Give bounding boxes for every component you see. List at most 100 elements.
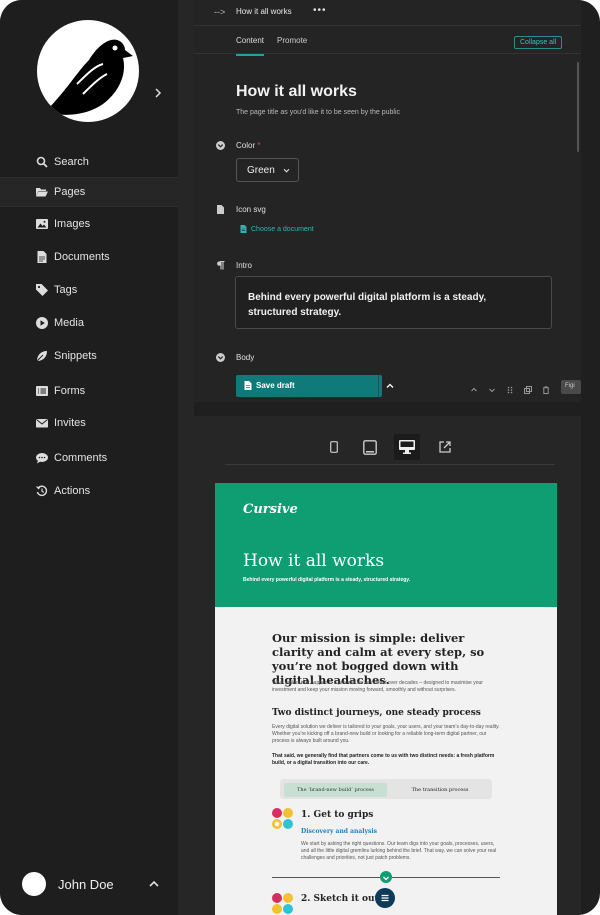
collapse-all-button[interactable]: Collapse all xyxy=(514,36,563,49)
sidebar-item-label: Search xyxy=(54,156,89,168)
toggle-brand-new-build[interactable]: The ‘brand-new build’ process xyxy=(284,783,387,797)
intro-field[interactable]: Behind every powerful digital platform i… xyxy=(235,276,552,329)
bird-logo-icon xyxy=(45,39,133,115)
sidebar-item-label: Images xyxy=(54,218,91,230)
site-step-body: We start by asking the right questions. … xyxy=(301,841,497,861)
search-icon xyxy=(36,156,48,168)
chevron-down-icon xyxy=(383,876,389,881)
toggle-transition[interactable]: The transition process xyxy=(392,783,488,797)
process-toggle: The ‘brand-new build’ process The transi… xyxy=(280,779,492,799)
breadcrumb-title[interactable]: How it all works xyxy=(236,7,292,16)
icon-svg-field-label: Icon svg xyxy=(236,205,266,214)
sidebar-item-forms[interactable]: Forms xyxy=(0,376,178,406)
tab-content[interactable]: Content xyxy=(236,36,265,56)
drag-handle-icon[interactable] xyxy=(506,386,514,394)
save-draft-button[interactable]: Save draft xyxy=(236,375,394,397)
sidebar-item-label: Comments xyxy=(54,452,108,464)
sidebar-item-media[interactable]: Media xyxy=(0,308,178,338)
device-desktop-button[interactable] xyxy=(394,434,420,460)
delete-icon[interactable] xyxy=(542,386,550,394)
tag-icon xyxy=(36,284,48,296)
sidebar-item-label: Pages xyxy=(54,186,86,198)
sidebar-item-snippets[interactable]: Snippets xyxy=(0,341,178,371)
page-editor: --> How it all works ••• Content Promote… xyxy=(194,0,581,402)
site-hero-subtitle: Behind every powerful digital platform i… xyxy=(243,577,411,583)
save-draft-label: Save draft xyxy=(256,381,295,390)
sidebar-item-search[interactable]: Search xyxy=(0,147,178,177)
move-up-icon[interactable] xyxy=(470,386,478,394)
required-mark: * xyxy=(257,141,261,150)
mail-icon xyxy=(36,419,48,428)
block-toolbar xyxy=(470,386,550,394)
app-window: Search Pages Images Documents Tags Media xyxy=(0,0,600,915)
move-down-icon[interactable] xyxy=(488,386,496,394)
color-field-label: Color * xyxy=(236,141,260,150)
document-icon xyxy=(244,381,252,390)
desktop-icon xyxy=(399,440,415,454)
play-icon xyxy=(36,317,48,329)
site-journeys-heading: Two distinct journeys, one steady proces… xyxy=(272,708,481,718)
sidebar-item-label: Actions xyxy=(54,485,91,497)
chevron-right-icon[interactable] xyxy=(154,88,162,98)
tab-promote[interactable]: Promote xyxy=(277,36,307,45)
site-brand: Cursive xyxy=(243,502,298,517)
site-journeys-body: Every digital solution we deliver is tai… xyxy=(272,724,500,744)
document-icon xyxy=(37,251,47,263)
more-actions-button[interactable]: ••• xyxy=(313,5,327,16)
panel-divider xyxy=(178,0,194,915)
timeline-toggle[interactable] xyxy=(380,871,392,883)
color-select-value: Green xyxy=(247,165,275,176)
choose-document-label: Choose a document xyxy=(251,225,314,233)
chevron-circle-icon[interactable] xyxy=(216,141,225,150)
color-label-text: Color xyxy=(236,141,256,150)
leaf-icon xyxy=(36,351,47,362)
sidebar-item-actions[interactable]: Actions xyxy=(0,476,178,506)
chevron-down-icon xyxy=(283,168,290,173)
page-title[interactable]: How it all works xyxy=(236,83,357,101)
device-tablet-button[interactable] xyxy=(357,434,383,460)
sidebar-item-images[interactable]: Images xyxy=(0,209,178,239)
scrollbar[interactable] xyxy=(577,62,579,152)
comment-icon xyxy=(36,453,48,464)
chevron-up-icon[interactable] xyxy=(149,879,159,889)
avatar xyxy=(22,872,46,896)
choose-document-button[interactable]: Choose a document xyxy=(240,225,314,233)
user-menu[interactable]: John Doe xyxy=(22,872,114,896)
logo[interactable] xyxy=(37,20,139,122)
site-step-title: 2. Sketch it out xyxy=(301,894,379,904)
folder-open-icon xyxy=(36,188,48,197)
intro-field-label: Intro xyxy=(236,261,253,270)
site-preview: Cursive How it all works Behind every po… xyxy=(215,483,557,915)
site-journeys-note: That said, we generally find that partne… xyxy=(272,753,495,766)
image-icon xyxy=(36,219,48,229)
breadcrumb-arrow[interactable]: --> xyxy=(214,7,225,17)
device-switcher xyxy=(194,434,581,462)
sidebar-item-invites[interactable]: Invites xyxy=(0,408,178,438)
wave-divider xyxy=(215,593,557,602)
dots-icon xyxy=(272,808,293,829)
sidebar: Search Pages Images Documents Tags Media xyxy=(0,0,178,915)
sidebar-item-tags[interactable]: Tags xyxy=(0,275,178,305)
sidebar-item-pages[interactable]: Pages xyxy=(0,177,178,207)
menu-fab[interactable] xyxy=(375,888,395,908)
site-mission-body: What makes that happen is a process we’v… xyxy=(272,680,483,693)
editor-tabs: Content Promote Collapse all xyxy=(194,26,581,56)
sidebar-item-documents[interactable]: Documents xyxy=(0,242,178,272)
chevron-up-icon[interactable] xyxy=(386,382,394,390)
chevron-circle-icon[interactable] xyxy=(216,353,225,362)
tooltip-text: Figi xyxy=(565,383,575,389)
sidebar-item-comments[interactable]: Comments xyxy=(0,443,178,473)
device-mobile-button[interactable] xyxy=(321,434,347,460)
history-icon xyxy=(36,485,48,497)
user-name: John Doe xyxy=(58,876,114,892)
tooltip: Figi xyxy=(561,380,581,394)
color-select[interactable]: Green xyxy=(236,158,299,182)
divider xyxy=(225,464,555,465)
intro-field-value: Behind every powerful digital platform i… xyxy=(248,292,487,318)
preview-panel: Cursive How it all works Behind every po… xyxy=(194,416,581,915)
open-preview-button[interactable] xyxy=(432,434,458,460)
duplicate-icon[interactable] xyxy=(524,386,532,394)
pilcrow-icon xyxy=(217,261,225,270)
sidebar-item-label: Tags xyxy=(54,284,78,296)
sidebar-item-label: Media xyxy=(54,317,84,329)
